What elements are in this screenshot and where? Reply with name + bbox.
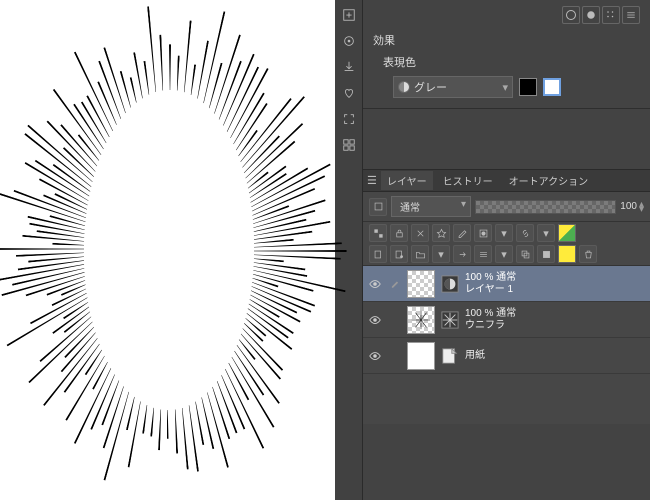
expression-color-label: 表現色 <box>383 54 640 70</box>
clip-icon[interactable] <box>411 224 429 242</box>
apply-mask-icon[interactable] <box>537 245 555 263</box>
visibility-toggle[interactable] <box>367 277 383 291</box>
tab-history[interactable]: ヒストリー <box>437 171 499 190</box>
effect-fill-icon[interactable] <box>582 6 600 24</box>
palette-mode-icon[interactable] <box>369 198 387 216</box>
edit-indicator <box>388 279 402 289</box>
layer-row-1[interactable]: 100 % 通常 レイヤー 1 <box>363 266 650 302</box>
visibility-toggle[interactable] <box>367 349 383 363</box>
opacity-value: 100 ▴▾ <box>620 201 644 212</box>
reference-icon[interactable] <box>432 224 450 242</box>
new-raster-icon[interactable] <box>369 245 387 263</box>
lock-icon[interactable] <box>390 224 408 242</box>
swatch-white[interactable] <box>543 78 561 96</box>
chevron-down-icon: ▾ <box>502 81 508 94</box>
layer-thumbnail <box>407 306 435 334</box>
vertical-toolstrip <box>335 0 363 500</box>
layer-type-icon <box>440 346 460 366</box>
grayscale-icon <box>398 81 410 93</box>
layer-name: 用紙 <box>465 350 485 362</box>
combine-icon[interactable]: ▾ <box>495 245 513 263</box>
layer-panel: ☰ レイヤー ヒストリー オートアクション 通常 100 ▴▾ ▾ <box>363 169 650 424</box>
layer-name: レイヤー 1 <box>465 284 516 296</box>
draft-icon[interactable] <box>453 224 471 242</box>
layer-type-icon <box>440 310 460 330</box>
tool-target-icon[interactable] <box>338 30 360 52</box>
layers-stack-icon: ☰ <box>367 174 377 187</box>
canvas-area[interactable] <box>0 0 335 500</box>
effect-section: 効果 表現色 グレー ▾ <box>363 0 650 109</box>
transfer-icon[interactable] <box>453 245 471 263</box>
new-vector-icon[interactable] <box>390 245 408 263</box>
new-folder-icon[interactable] <box>411 245 429 263</box>
palette-color-chip[interactable] <box>558 224 576 242</box>
effect-title: 効果 <box>373 32 640 48</box>
layer-color-yellow[interactable] <box>558 245 576 263</box>
effect-border-icon[interactable] <box>562 6 580 24</box>
tool-expand-icon[interactable] <box>338 108 360 130</box>
tool-heart-icon[interactable] <box>338 82 360 104</box>
mask-icon[interactable] <box>474 224 492 242</box>
tab-autoaction[interactable]: オートアクション <box>503 171 595 190</box>
duplicate-icon[interactable] <box>516 245 534 263</box>
layer-thumbnail <box>407 342 435 370</box>
blend-mode-select[interactable]: 通常 <box>391 196 471 217</box>
effect-menu-icon[interactable] <box>622 6 640 24</box>
layer-name: ウニフラ <box>465 320 516 332</box>
visibility-toggle[interactable] <box>367 313 383 327</box>
right-panels: 効果 表現色 グレー ▾ ☰ レイヤー ヒストリー オートアクション 通常 10… <box>363 0 650 500</box>
lock-checker-icon[interactable] <box>369 224 387 242</box>
opacity-spinner[interactable]: ▴▾ <box>639 202 644 212</box>
ruler-icon[interactable]: ▾ <box>495 224 513 242</box>
layer-type-icon <box>440 274 460 294</box>
tool-grid-icon[interactable] <box>338 134 360 156</box>
swatch-black[interactable] <box>519 78 537 96</box>
delete-layer-icon[interactable] <box>579 245 597 263</box>
tool-nav-icon[interactable] <box>338 4 360 26</box>
layer-row-3[interactable]: 用紙 <box>363 338 650 374</box>
layer-thumbnail <box>407 270 435 298</box>
select-value: グレー <box>414 79 447 95</box>
folder-in-icon[interactable]: ▾ <box>432 245 450 263</box>
link-icon[interactable] <box>516 224 534 242</box>
layercolor-icon[interactable]: ▾ <box>537 224 555 242</box>
expression-color-select[interactable]: グレー ▾ <box>393 76 513 98</box>
merge-icon[interactable] <box>474 245 492 263</box>
layers-list: 100 % 通常 レイヤー 1 100 % 通常 ウニフラ <box>363 266 650 424</box>
effect-tone-icon[interactable] <box>602 6 620 24</box>
tool-download-icon[interactable] <box>338 56 360 78</box>
layer-opacity-mode: 100 % 通常 <box>465 272 516 284</box>
layer-opacity-mode: 100 % 通常 <box>465 308 516 320</box>
layer-row-2[interactable]: 100 % 通常 ウニフラ <box>363 302 650 338</box>
opacity-slider[interactable] <box>475 200 616 214</box>
tab-layer[interactable]: レイヤー <box>381 171 433 190</box>
